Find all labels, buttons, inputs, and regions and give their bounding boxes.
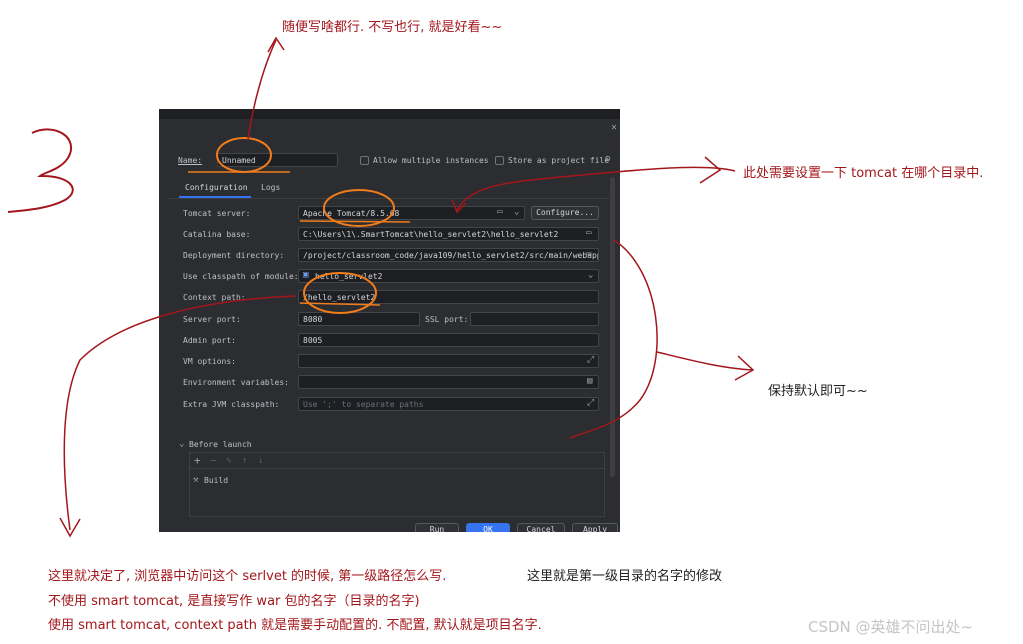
extra-classpath-input[interactable]: Use ';' to separate paths — [298, 397, 599, 411]
deployment-dir-label: Deployment directory: — [183, 251, 285, 260]
close-icon[interactable]: ✕ — [611, 122, 617, 133]
ssl-port-label: SSL port: — [425, 315, 469, 324]
tab-divider — [169, 198, 609, 199]
run-config-dialog: ✕ Name: Unnamed Allow multiple instances… — [159, 109, 620, 532]
env-vars-label: Environment variables: — [183, 378, 289, 387]
annotation-right-note-1: 此处需要设置一下 tomcat 在哪个目录中. — [743, 166, 984, 181]
admin-port-input[interactable]: 8005 — [298, 333, 599, 347]
expand-icon[interactable]: ⤢ — [587, 356, 594, 365]
store-project-checkbox[interactable] — [495, 156, 504, 165]
name-label: Name: — [178, 156, 203, 165]
annotation-top-note: 随便写啥都行. 不写也行, 就是好看~~ — [282, 20, 503, 35]
tab-logs[interactable]: Logs — [261, 183, 280, 192]
annotation-bottom-line-2: 不使用 smart tomcat, 是直接写作 war 包的名字（目录的名字) — [48, 594, 420, 609]
annotation-bottom-line-1b: 这里就是第一级目录的名字的修改 — [527, 569, 723, 584]
gear-icon[interactable]: ⚙ — [605, 155, 610, 164]
ok-button[interactable]: OK — [466, 523, 510, 532]
chevron-down-icon[interactable]: ⌄ — [514, 208, 519, 217]
run-button[interactable]: Run — [415, 523, 459, 532]
arrow-keep-default — [656, 351, 755, 381]
expand-icon[interactable]: ⤢ — [587, 399, 594, 408]
tomcat-server-select[interactable]: Apache Tomcat/8.5.68 — [298, 206, 525, 220]
annotation-bottom-line-1a: 这里就决定了, 浏览器中访问这个 serlvet 的时候, 第一级路径怎么写. — [48, 569, 447, 584]
add-icon[interactable]: + — [194, 455, 201, 466]
module-icon: ▣ — [303, 270, 309, 280]
name-input[interactable]: Unnamed — [217, 153, 338, 167]
csdn-watermark: CSDN @英雄不问出处~ — [808, 618, 974, 636]
server-port-label: Server port: — [183, 315, 241, 324]
chevron-down-icon[interactable]: ⌄ — [588, 271, 593, 280]
scrollbar[interactable] — [610, 177, 615, 477]
before-launch-panel — [189, 452, 605, 517]
folder-icon[interactable]: ▭ — [586, 229, 591, 238]
allow-multiple-label: Allow multiple instances — [373, 156, 489, 165]
arrow-head-right — [699, 156, 722, 184]
env-vars-input[interactable] — [298, 375, 599, 389]
before-launch-label: Before launch — [189, 440, 252, 449]
build-icon: ⚒ — [193, 475, 199, 485]
context-path-input[interactable]: /hello_servlet2 — [298, 290, 599, 304]
tomcat-server-label: Tomcat server: — [183, 209, 251, 218]
toolbar-divider — [190, 468, 604, 469]
remove-icon[interactable]: − — [210, 455, 217, 466]
folder-icon[interactable]: ▭ — [586, 250, 591, 259]
handdrawn-three — [7, 128, 74, 213]
vm-options-input[interactable] — [298, 354, 599, 368]
tab-configuration[interactable]: Configuration — [185, 183, 248, 192]
move-down-icon[interactable]: ↓ — [258, 457, 263, 466]
title-strip — [159, 109, 620, 119]
apply-button[interactable]: Apply — [572, 523, 618, 532]
build-task-label[interactable]: Build — [204, 476, 228, 485]
annotation-right-note-2: 保持默认即可~~ — [768, 384, 868, 399]
catalina-base-label: Catalina base: — [183, 230, 251, 239]
ssl-port-input[interactable] — [470, 312, 599, 326]
configure-button[interactable]: Configure... — [531, 206, 599, 220]
annotation-bottom-line-3: 使用 smart tomcat, context path 就是需要手动配置的.… — [48, 618, 542, 633]
admin-port-label: Admin port: — [183, 336, 236, 345]
folder-icon[interactable]: ▭ — [497, 208, 502, 217]
vm-options-label: VM options: — [183, 357, 236, 366]
context-path-label: Context path: — [183, 293, 246, 302]
chevron-down-icon[interactable]: ⌄ — [179, 440, 184, 449]
list-icon[interactable]: ▤ — [587, 377, 592, 386]
classpath-module-label: Use classpath of module: — [183, 272, 299, 281]
catalina-base-input[interactable]: C:\Users\1\.SmartTomcat\hello_servlet2\h… — [298, 227, 599, 241]
cancel-button[interactable]: Cancel — [517, 523, 565, 532]
extra-classpath-label: Extra JVM classpath: — [183, 400, 280, 409]
server-port-input[interactable]: 8080 — [298, 312, 420, 326]
store-project-label: Store as project file — [508, 156, 610, 165]
deployment-dir-input[interactable]: /project/classroom_code/java109/hello_se… — [298, 248, 599, 262]
edit-icon[interactable]: ✎ — [226, 457, 231, 466]
classpath-module-select[interactable]: hello_servlet2 — [298, 269, 599, 283]
move-up-icon[interactable]: ↑ — [242, 457, 247, 466]
allow-multiple-checkbox[interactable] — [360, 156, 369, 165]
